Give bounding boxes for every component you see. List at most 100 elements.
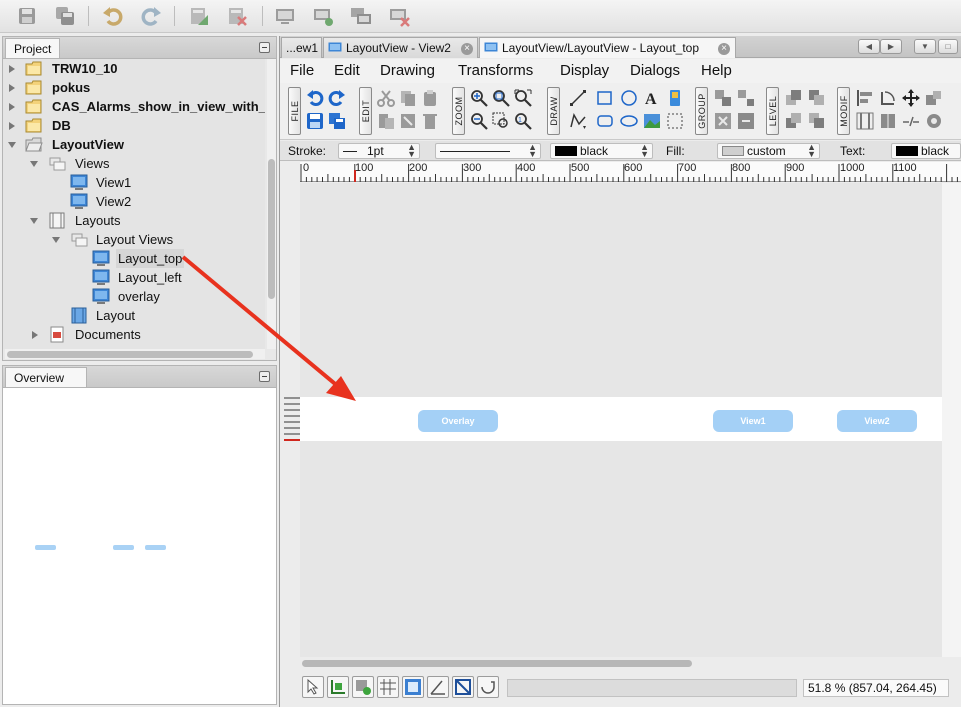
edit-points-icon[interactable] [925,112,943,130]
stroke-width-select[interactable]: 1pt ▲ ▼ [338,143,420,159]
zoom-page-icon[interactable] [514,89,532,107]
view2-button[interactable]: View2 [837,410,917,432]
save-all-icon[interactable] [328,112,346,130]
collapse-arrow-icon[interactable] [8,142,16,148]
expand-arrow-icon[interactable] [9,65,15,73]
snap-object-icon[interactable] [352,676,374,698]
tree-item-view2[interactable]: View2 [3,192,263,211]
selection-area-icon[interactable] [666,112,684,130]
tree-item-trw10[interactable]: TRW10_10 [3,59,263,78]
fill-color-select[interactable]: custom ▲ ▼ [717,143,820,159]
tree-horizontal-scrollbar[interactable] [5,349,265,359]
expand-arrow-icon[interactable] [32,331,38,339]
tab-list-icon[interactable]: ▼ [914,39,936,54]
save-icon[interactable] [306,112,324,130]
ungroup-icon[interactable] [737,89,755,107]
undo-icon[interactable] [306,89,324,107]
tree-item-layout-views[interactable]: Layout Views [3,230,263,249]
import-icon[interactable] [188,5,210,27]
expand-arrow-icon[interactable] [9,103,15,111]
tree-item-views[interactable]: Views [3,154,263,173]
menu-transforms[interactable]: Transforms [458,62,533,79]
menu-display[interactable]: Display [560,62,609,79]
group-enter-icon[interactable] [714,112,732,130]
collapse-arrow-icon[interactable] [30,161,38,167]
break-line-icon[interactable] [902,112,920,130]
tree-item-db[interactable]: DB [3,116,263,135]
tree-vertical-scrollbar[interactable] [267,59,276,349]
tree-item-layout-left[interactable]: Layout_left [3,268,263,287]
minimize-panel-icon[interactable] [259,371,270,382]
flip-icon[interactable] [879,112,897,130]
tab-view1[interactable]: ...ew1 [281,37,322,58]
close-tab-icon[interactable]: × [461,43,473,55]
redo-icon[interactable] [140,5,162,27]
zoom-out-icon[interactable] [470,112,488,130]
close-tab-icon[interactable]: × [718,43,730,55]
undo-icon[interactable] [102,5,124,27]
expand-arrow-icon[interactable] [9,122,15,130]
stroke-color-select[interactable]: black ▲ ▼ [550,143,653,159]
tree-item-cas-alarms[interactable]: CAS_Alarms_show_in_view_with_ [3,97,265,116]
menu-drawing[interactable]: Drawing [380,62,435,79]
clone-icon[interactable] [399,112,417,130]
rounded-rectangle-icon[interactable] [596,112,614,130]
snap-icon[interactable] [327,676,349,698]
tree-item-documents[interactable]: Documents [3,325,263,344]
canvas-vertical-scrollbar[interactable] [942,183,961,657]
ellipse-icon[interactable] [620,112,638,130]
text-color-select[interactable]: black [891,143,961,159]
circle-icon[interactable] [620,89,638,107]
project-tab[interactable]: Project [5,38,61,58]
monitor-icon[interactable] [274,5,296,27]
collapse-arrow-icon[interactable] [30,218,38,224]
paste-icon[interactable] [421,89,439,107]
angle-icon[interactable] [427,676,449,698]
menu-dialogs[interactable]: Dialogs [630,62,680,79]
tree-item-layout-top[interactable]: Layout_top [3,249,263,268]
zoom-100-icon[interactable]: 1 [514,112,532,130]
send-backward-icon[interactable] [808,112,826,130]
canvas-horizontal-scrollbar[interactable] [300,657,942,669]
bring-forward-icon[interactable] [808,89,826,107]
overview-tab[interactable]: Overview [5,367,87,387]
expand-arrow-icon[interactable] [9,84,15,92]
tree-item-layouts[interactable]: Layouts [3,211,263,230]
cut-icon[interactable] [377,89,395,107]
cursor-shape-icon[interactable] [477,676,499,698]
move-icon[interactable] [902,89,920,107]
tab-view2[interactable]: LayoutView - View2 × [323,37,478,58]
image-icon[interactable] [643,112,661,130]
diagonal-frame-icon[interactable] [452,676,474,698]
layout-frame-icon[interactable] [402,676,424,698]
rectangle-icon[interactable] [596,89,614,107]
tree-item-overlay[interactable]: overlay [3,287,263,306]
tab-layout-top[interactable]: LayoutView/LayoutView - Layout_top × [479,37,736,58]
distribute-icon[interactable] [856,112,874,130]
zoom-in-icon[interactable] [470,89,488,107]
line-icon[interactable] [569,89,587,107]
save-all-icon[interactable] [54,5,76,27]
menu-file[interactable]: File [290,62,314,79]
menu-edit[interactable]: Edit [334,62,360,79]
minimize-panel-icon[interactable] [259,42,270,53]
tree-item-layoutview[interactable]: LayoutView [3,135,263,154]
bring-front-icon[interactable] [785,89,803,107]
tab-scroll-left-icon[interactable]: ◀ [858,39,880,54]
rotate-icon[interactable] [879,89,897,107]
export-icon[interactable] [226,5,248,27]
tree-item-pokus[interactable]: pokus [3,78,263,97]
tree-item-view1[interactable]: View1 [3,173,263,192]
symbol-icon[interactable] [666,89,684,107]
overlay-view-button[interactable]: Overlay [418,410,498,432]
copy-icon[interactable] [399,89,417,107]
tab-scroll-right-icon[interactable]: ▶ [880,39,902,54]
collapse-arrow-icon[interactable] [52,237,60,243]
duplicate-icon[interactable] [377,112,395,130]
layout-top-strip[interactable]: Overlay View1 View2 [300,397,942,441]
stroke-style-select[interactable]: ▲ ▼ [435,143,541,159]
group-icon[interactable] [714,89,732,107]
polyline-icon[interactable] [569,112,587,130]
maximize-icon[interactable]: □ [938,39,958,54]
view1-button[interactable]: View1 [713,410,793,432]
